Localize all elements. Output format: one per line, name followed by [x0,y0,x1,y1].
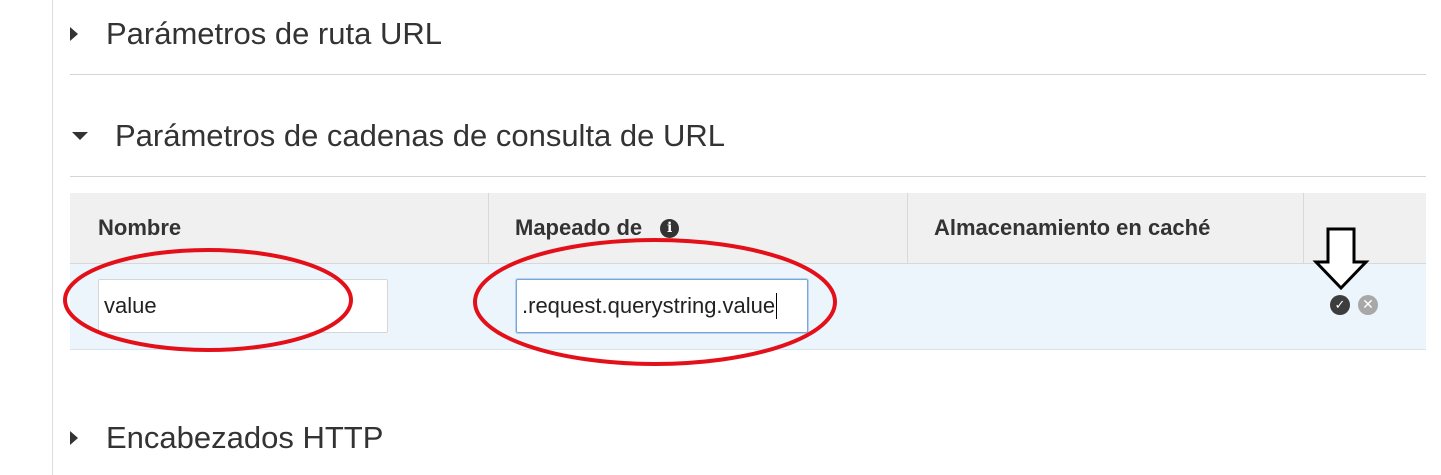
table-header: Nombre Mapeado de i Almacenamiento en ca… [70,193,1426,264]
section-http-headers[interactable]: Encabezados HTTP [70,418,383,458]
column-header-name: Nombre [98,215,182,240]
caret-right-icon [70,431,78,445]
mapped-from-input-value: .request.querystring.value [522,293,776,318]
section-query-string-params[interactable]: Parámetros de cadenas de consulta de URL [70,116,725,156]
divider [70,74,1426,75]
divider [70,176,1426,177]
caret-right-icon [70,27,78,41]
column-separator [907,193,908,263]
column-separator [1303,193,1304,263]
column-header-mapped-from: Mapeado de i [515,193,680,263]
section-label: Parámetros de ruta URL [106,16,442,51]
table-row: value .request.querystring.value ✓ ✕ [70,264,1426,350]
text-cursor [776,293,778,319]
column-separator [488,193,489,263]
column-header-caching: Almacenamiento en caché [934,215,1211,240]
caret-down-icon [72,132,88,140]
info-icon[interactable]: i [660,218,680,238]
left-border [52,0,53,475]
check-circle-icon[interactable]: ✓ [1330,295,1350,315]
x-circle-icon[interactable]: ✕ [1358,295,1378,315]
section-label: Parámetros de cadenas de consulta de URL [115,118,726,153]
query-string-table: Nombre Mapeado de i Almacenamiento en ca… [70,193,1426,350]
section-url-path-params[interactable]: Parámetros de ruta URL [70,14,442,54]
name-input[interactable]: value [98,279,388,333]
mapped-from-input[interactable]: .request.querystring.value [516,279,808,333]
name-input-value: value [104,293,157,318]
column-header-label: Mapeado de [515,215,643,240]
section-label: Encabezados HTTP [106,420,384,455]
